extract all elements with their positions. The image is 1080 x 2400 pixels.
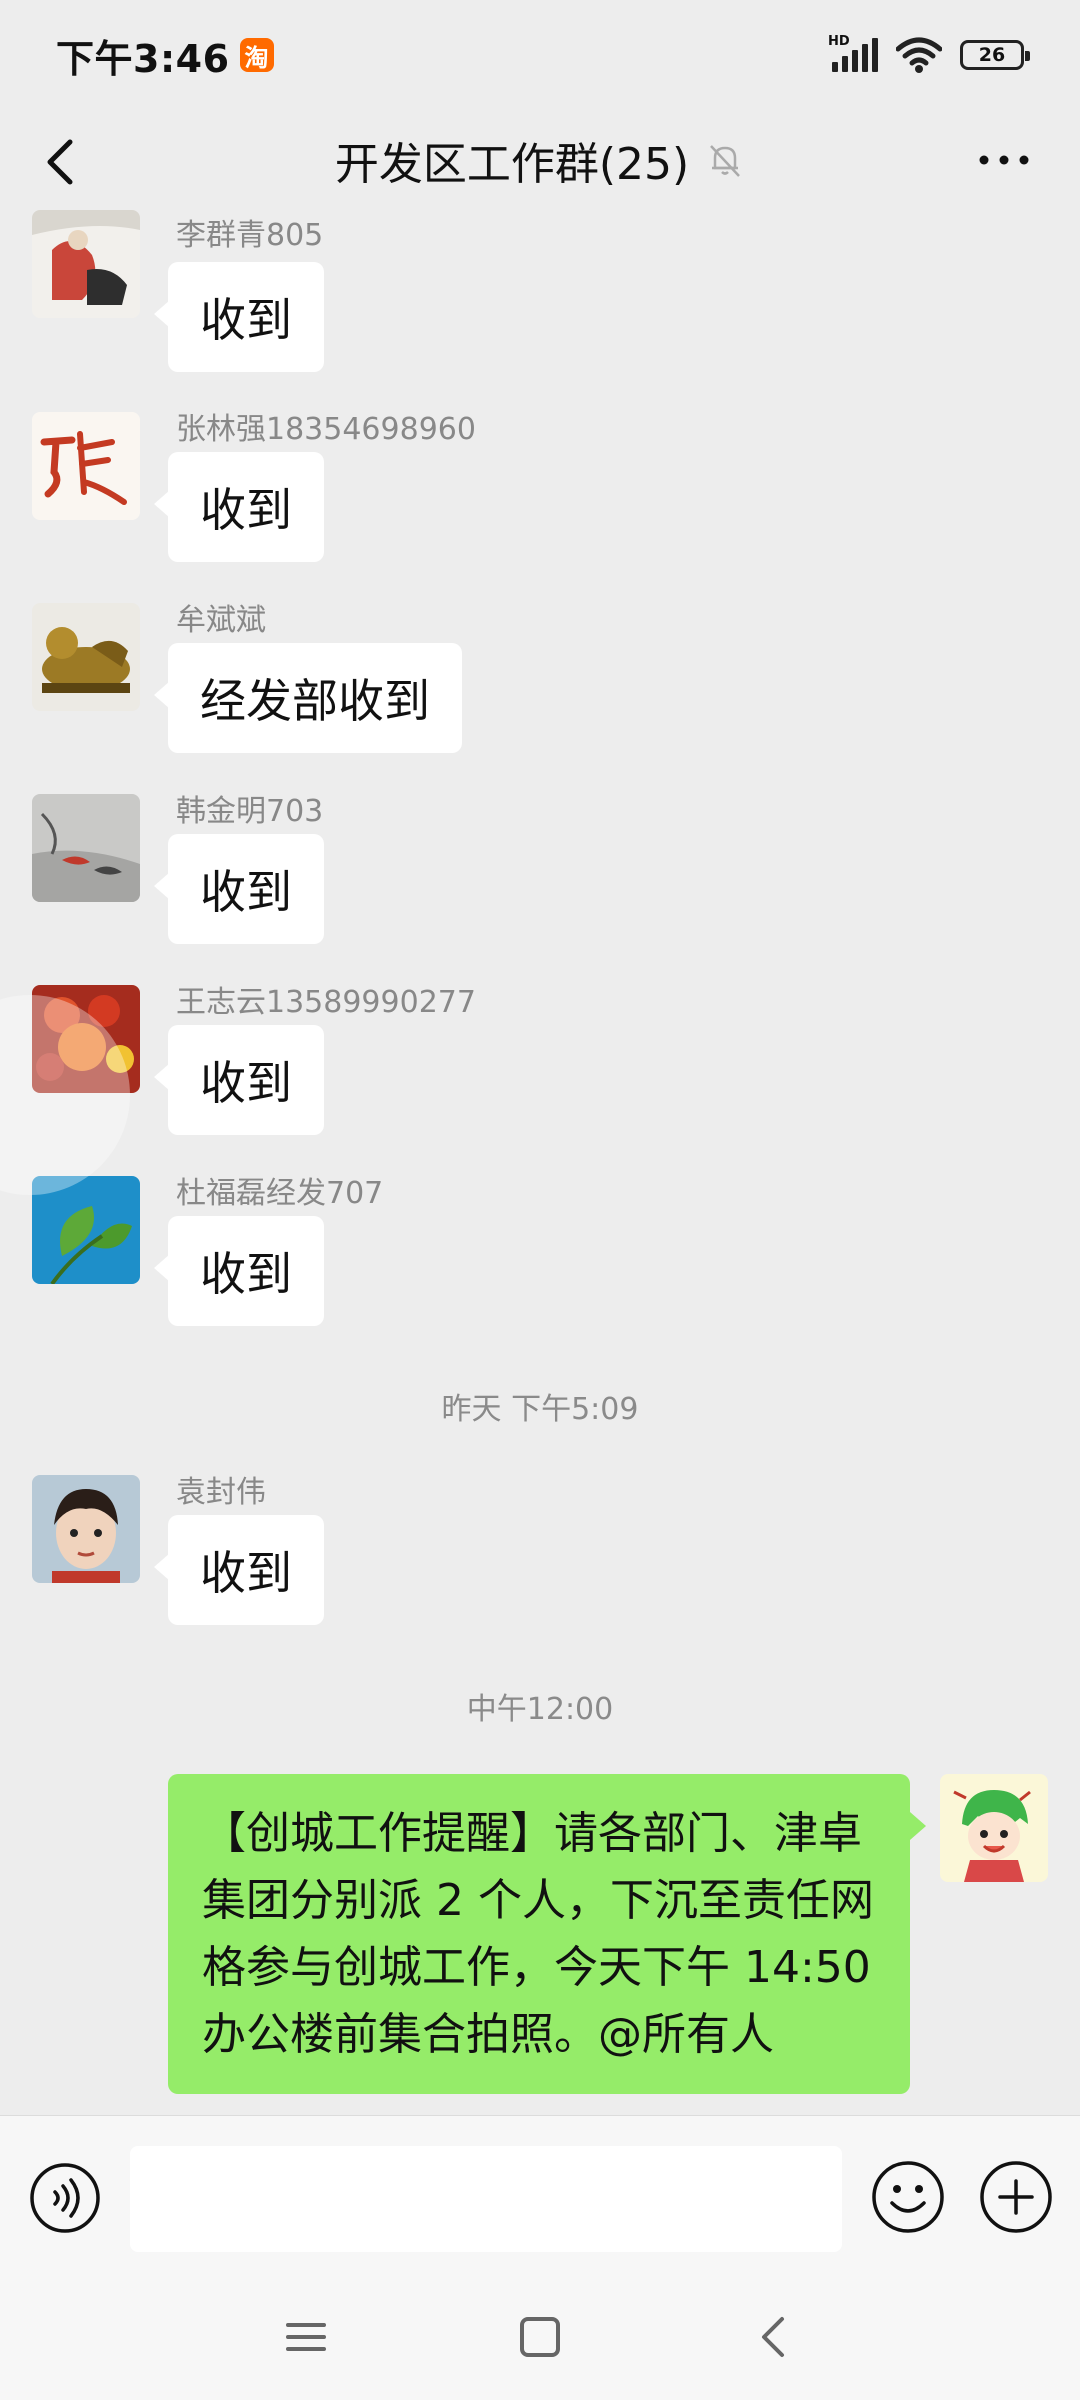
sender-name: 袁封伟	[176, 1475, 266, 1510]
my-avatar[interactable]	[940, 1774, 1048, 1882]
nav-back-icon[interactable]	[750, 2313, 798, 2361]
mute-bell-icon	[710, 145, 741, 177]
chat-header: 开发区工作群(25)	[0, 110, 1080, 210]
taobao-notification-icon: 淘	[239, 38, 274, 72]
my-message-bubble[interactable]: 【创城工作提醒】请各部门、津卓 集团分别派 2 个人，下沉至责任网 格参与创城工…	[168, 1774, 926, 2094]
message-text: 经发部收到	[200, 674, 430, 728]
status-bar: 下午3:46 淘 HD 26	[0, 0, 1080, 110]
sender-name: 张林强18354698960	[176, 412, 476, 447]
sender-name: 杜福磊经发707	[176, 1176, 384, 1211]
message-text: 收到	[200, 865, 292, 919]
my-message-line: 格参与创城工作，今天下午 14:50	[202, 1942, 871, 1993]
time-separator: 昨天 下午5:09	[441, 1392, 639, 1427]
my-message-line: 集团分别派 2 个人，下沉至责任网	[202, 1875, 874, 1926]
more-functions-plus-icon[interactable]	[978, 2159, 1054, 2235]
avatar-mu-binbin[interactable]	[32, 603, 140, 711]
message-text: 收到	[200, 1247, 292, 1301]
my-message-line: 【创城工作提醒】请各部门、津卓	[202, 1808, 862, 1859]
wifi-icon	[896, 37, 942, 73]
message-text: 收到	[200, 293, 292, 347]
chat-message-list[interactable]: 李群青805 收到 张林强18354698960 收到 牟斌斌 经发部收到 韩金…	[0, 210, 1080, 2115]
recent-apps-icon[interactable]	[282, 2313, 330, 2361]
cellular-signal-icon: HD	[828, 34, 878, 72]
sender-name: 王志云13589990277	[176, 985, 476, 1020]
home-icon[interactable]	[516, 2313, 564, 2361]
network-type-label: HD	[828, 34, 850, 49]
message-bubble[interactable]: 收到	[154, 834, 324, 944]
message-bubble[interactable]: 收到	[154, 452, 324, 562]
my-message-line: 办公楼前集合拍照。@所有人	[202, 2009, 774, 2060]
message-text: 收到	[200, 483, 292, 537]
voice-input-icon[interactable]	[28, 2161, 102, 2235]
battery-level: 26	[978, 44, 1006, 66]
message-bubble[interactable]: 收到	[154, 1025, 324, 1135]
back-arrow-icon[interactable]	[36, 134, 92, 190]
message-bubble[interactable]: 经发部收到	[154, 643, 462, 753]
status-icons: HD 26	[828, 34, 1030, 74]
sender-name: 牟斌斌	[176, 603, 266, 638]
system-navigation-bar	[0, 2275, 1080, 2400]
more-options-icon[interactable]	[974, 140, 1034, 180]
avatar-zhang-linqiang[interactable]	[32, 412, 140, 520]
sender-name: 李群青805	[176, 218, 324, 253]
message-bubble[interactable]: 收到	[154, 262, 324, 372]
message-input[interactable]	[130, 2146, 842, 2252]
avatar-yuan-fengwei[interactable]	[32, 1475, 140, 1583]
message-bubble[interactable]: 收到	[154, 1216, 324, 1326]
status-time: 下午3:46	[56, 36, 230, 81]
battery-icon: 26	[960, 40, 1030, 70]
input-toolbar	[0, 2115, 1080, 2275]
message-bubble[interactable]: 收到	[154, 1515, 324, 1625]
avatar-han-jinming[interactable]	[32, 794, 140, 902]
message-text: 收到	[200, 1056, 292, 1110]
sender-name: 韩金明703	[176, 794, 324, 829]
message-text: 收到	[200, 1546, 292, 1600]
time-separator: 中午12:00	[466, 1692, 614, 1727]
emoji-icon[interactable]	[870, 2159, 946, 2235]
chat-title: 开发区工作群(25)	[334, 139, 690, 190]
avatar-li-qunqing[interactable]	[32, 210, 140, 318]
